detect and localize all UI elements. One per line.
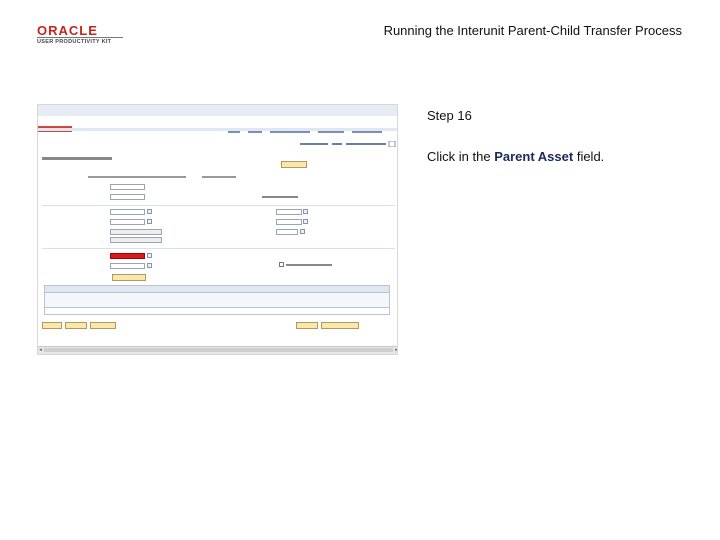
step-label: Step 16: [427, 108, 472, 123]
horizontal-scrollbar[interactable]: ◂ ▸: [38, 346, 397, 354]
readonly-field: [110, 229, 162, 235]
instruction-suffix: field.: [576, 149, 605, 164]
status-label: [262, 186, 302, 198]
calendar-icon[interactable]: [303, 209, 308, 214]
child-assets-grid-header: [44, 285, 390, 293]
notify-button[interactable]: [90, 322, 116, 329]
instruction-prefix: Click in the: [427, 149, 491, 164]
return-to-search-button[interactable]: [65, 322, 87, 329]
calendar-icon[interactable]: [303, 219, 308, 224]
document-title: Running the Interunit Parent-Child Trans…: [383, 23, 682, 38]
search-button[interactable]: [112, 274, 146, 281]
lookup-icon[interactable]: [147, 209, 152, 214]
process-monitor-link[interactable]: [202, 166, 238, 178]
add-button[interactable]: [296, 322, 318, 329]
to-unit-field[interactable]: [110, 219, 145, 225]
profile-id-field[interactable]: [110, 263, 145, 269]
logo-subtitle: USER PRODUCTIVITY KIT: [37, 39, 112, 45]
parent-asset-field[interactable]: [110, 253, 145, 259]
page-title: [42, 149, 122, 160]
app-top-links[interactable]: [228, 121, 397, 133]
lookup-icon[interactable]: [147, 219, 152, 224]
run-control-field[interactable]: [110, 184, 145, 190]
scroll-right-icon[interactable]: ▸: [394, 347, 397, 353]
scroll-left-icon[interactable]: ◂: [38, 347, 43, 353]
transaction-code-field[interactable]: [276, 229, 298, 235]
accounting-date-field[interactable]: [276, 219, 302, 225]
child-assets-grid-columns: [44, 293, 390, 307]
lookup-icon[interactable]: [300, 229, 305, 234]
oracle-logo: ORACLE: [37, 22, 109, 38]
logo-divider: [37, 37, 123, 38]
app-header-band: [38, 128, 397, 131]
step-instruction: Click in the Parent Asset field.: [427, 149, 604, 164]
application-screenshot: ◂ ▸: [37, 104, 398, 355]
include-parent-asset-checkbox[interactable]: [279, 254, 335, 267]
section-divider: [42, 205, 395, 206]
lookup-icon[interactable]: [147, 263, 152, 268]
process-frequency-select[interactable]: [110, 194, 145, 200]
from-unit-field[interactable]: [110, 209, 145, 215]
transaction-type-select[interactable]: [110, 237, 162, 243]
run-button[interactable]: [281, 161, 307, 168]
scrollbar-thumb[interactable]: [44, 348, 393, 352]
section-divider: [42, 248, 395, 249]
instruction-field-name: Parent Asset: [494, 149, 574, 164]
lookup-icon[interactable]: [147, 253, 152, 258]
save-button[interactable]: [42, 322, 62, 329]
page-subheader: [88, 166, 188, 178]
app-oracle-logo: [38, 119, 74, 132]
transaction-date-field[interactable]: [276, 209, 302, 215]
new-window-links[interactable]: [300, 134, 396, 148]
child-assets-grid-row[interactable]: [44, 307, 390, 315]
update-display-button[interactable]: [321, 322, 359, 329]
